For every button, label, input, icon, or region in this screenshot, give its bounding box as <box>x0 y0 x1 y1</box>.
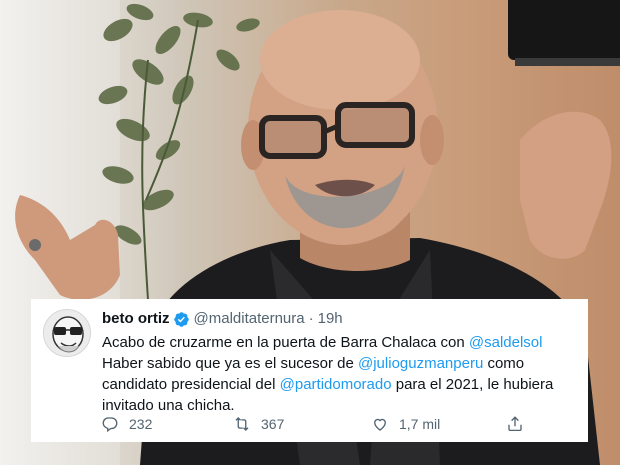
verified-badge-icon <box>173 311 189 327</box>
avatar[interactable] <box>43 309 91 357</box>
tweet-card[interactable]: beto ortiz @malditaternura · 19h Acabo d… <box>31 299 588 442</box>
retweet-button[interactable]: 367 <box>233 413 284 435</box>
mention-partidomorado[interactable]: @partidomorado <box>280 376 392 393</box>
like-count: 1,7 mil <box>399 416 441 432</box>
retweet-count: 367 <box>261 416 285 432</box>
separator-dot: · <box>308 310 314 327</box>
handle[interactable]: @malditaternura <box>194 310 305 328</box>
like-button[interactable]: 1,7 mil <box>371 413 440 435</box>
timestamp[interactable]: 19h <box>318 310 343 328</box>
display-name[interactable]: beto ortiz <box>102 310 170 328</box>
text-segment: Haber sabido que ya es el sucesor de <box>102 355 358 372</box>
share-button[interactable] <box>506 413 534 435</box>
avatar-caricature-icon <box>44 310 90 356</box>
tweet-text: Acabo de cruzarme en la puerta de Barra … <box>102 332 582 416</box>
mention-saldelsol[interactable]: @saldelsol <box>469 334 543 351</box>
tweet-body: beto ortiz @malditaternura · 19h Acabo d… <box>102 310 578 416</box>
reply-count: 232 <box>129 416 153 432</box>
mention-julioguzmanperu[interactable]: @julioguzmanperu <box>358 355 483 372</box>
tweet-actions: 232 367 1,7 mil <box>101 413 522 435</box>
reply-button[interactable]: 232 <box>101 413 152 435</box>
retweet-icon <box>235 417 249 431</box>
reply-icon <box>102 417 118 433</box>
share-icon <box>508 416 522 432</box>
text-segment: Acabo de cruzarme en la puerta de Barra … <box>102 334 469 351</box>
heart-icon <box>374 418 386 431</box>
tweet-header: beto ortiz @malditaternura · 19h <box>102 310 578 328</box>
